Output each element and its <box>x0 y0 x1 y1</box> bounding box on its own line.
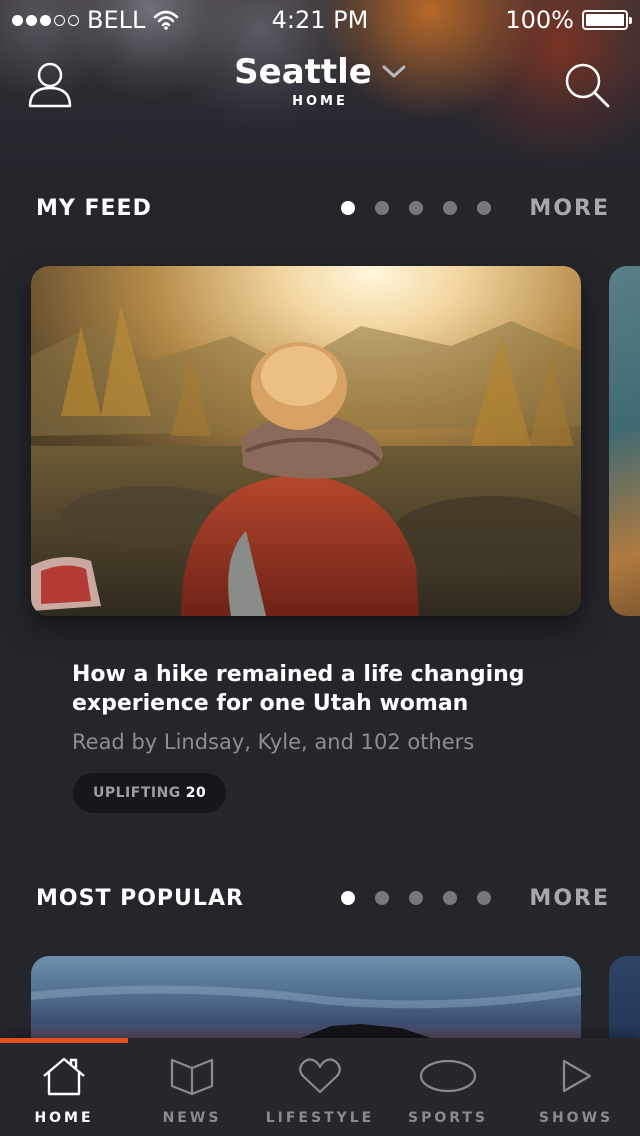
popular-page-indicator[interactable] <box>341 891 492 905</box>
page-dot[interactable] <box>477 891 492 905</box>
chevron-down-icon <box>382 65 406 78</box>
carrier-name: BELL <box>87 6 146 34</box>
article-readers: Read by Lindsay, Kyle, and 102 others <box>72 730 475 754</box>
football-icon <box>419 1059 477 1093</box>
page-dot[interactable] <box>443 201 458 215</box>
tag-label: UPLIFTING <box>93 785 181 801</box>
section-title: MY FEED <box>36 195 152 221</box>
page-dot[interactable] <box>443 891 458 905</box>
tab-label: HOME <box>34 1110 94 1126</box>
page-dot[interactable] <box>341 201 356 215</box>
page-dot[interactable] <box>341 891 356 905</box>
tab-home[interactable]: HOME <box>0 1038 128 1136</box>
battery-percentage: 100% <box>505 6 574 34</box>
page-subtitle: HOME <box>292 94 348 109</box>
tab-label: SHOWS <box>538 1110 614 1126</box>
page-dot[interactable] <box>477 201 492 215</box>
play-icon <box>562 1059 592 1093</box>
hiker-photo <box>31 266 581 616</box>
city-selector[interactable]: Seattle HOME <box>0 52 640 109</box>
most-popular-header: MOST POPULAR MORE <box>0 878 640 918</box>
search-icon <box>565 63 610 108</box>
status-bar: BELL 4:21 PM 100% <box>0 0 640 40</box>
page-dot[interactable] <box>409 891 424 905</box>
nav-header: Seattle HOME <box>0 50 640 120</box>
status-left: BELL <box>12 6 179 34</box>
more-link[interactable]: MORE <box>529 886 610 911</box>
city-name: Seattle <box>234 52 372 92</box>
heart-icon <box>299 1058 341 1094</box>
page-dot[interactable] <box>409 201 424 215</box>
feed-page-indicator[interactable] <box>341 201 492 215</box>
active-tab-indicator <box>0 1038 128 1043</box>
more-link[interactable]: MORE <box>529 196 610 221</box>
home-icon <box>43 1057 85 1096</box>
battery-icon <box>582 10 632 30</box>
article-title[interactable]: How a hike remained a life changing expe… <box>72 660 592 718</box>
tab-label: NEWS <box>162 1110 222 1126</box>
tab-sports[interactable]: SPORTS <box>384 1038 512 1136</box>
wifi-icon <box>154 10 179 30</box>
tab-news[interactable]: NEWS <box>128 1038 256 1136</box>
my-feed-header: MY FEED MORE <box>0 188 640 228</box>
mood-tag[interactable]: UPLIFTING 20 <box>73 773 227 813</box>
signal-strength-icon <box>12 14 79 26</box>
feed-card-next[interactable] <box>609 266 640 616</box>
tab-label: SPORTS <box>407 1110 489 1126</box>
tab-shows[interactable]: SHOWS <box>512 1038 640 1136</box>
tab-lifestyle[interactable]: LIFESTYLE <box>256 1038 384 1136</box>
tag-count: 20 <box>185 785 207 801</box>
tab-bar: HOME NEWS LIFESTYLE SPORTS SHOWS <box>0 1038 640 1136</box>
tab-label: LIFESTYLE <box>265 1110 375 1126</box>
book-icon <box>170 1058 214 1096</box>
feed-card-image[interactable] <box>31 266 581 616</box>
section-title: MOST POPULAR <box>36 885 244 911</box>
page-dot[interactable] <box>375 891 390 905</box>
status-right: 100% <box>505 6 632 34</box>
search-button[interactable] <box>562 60 612 110</box>
page-dot[interactable] <box>375 201 390 215</box>
